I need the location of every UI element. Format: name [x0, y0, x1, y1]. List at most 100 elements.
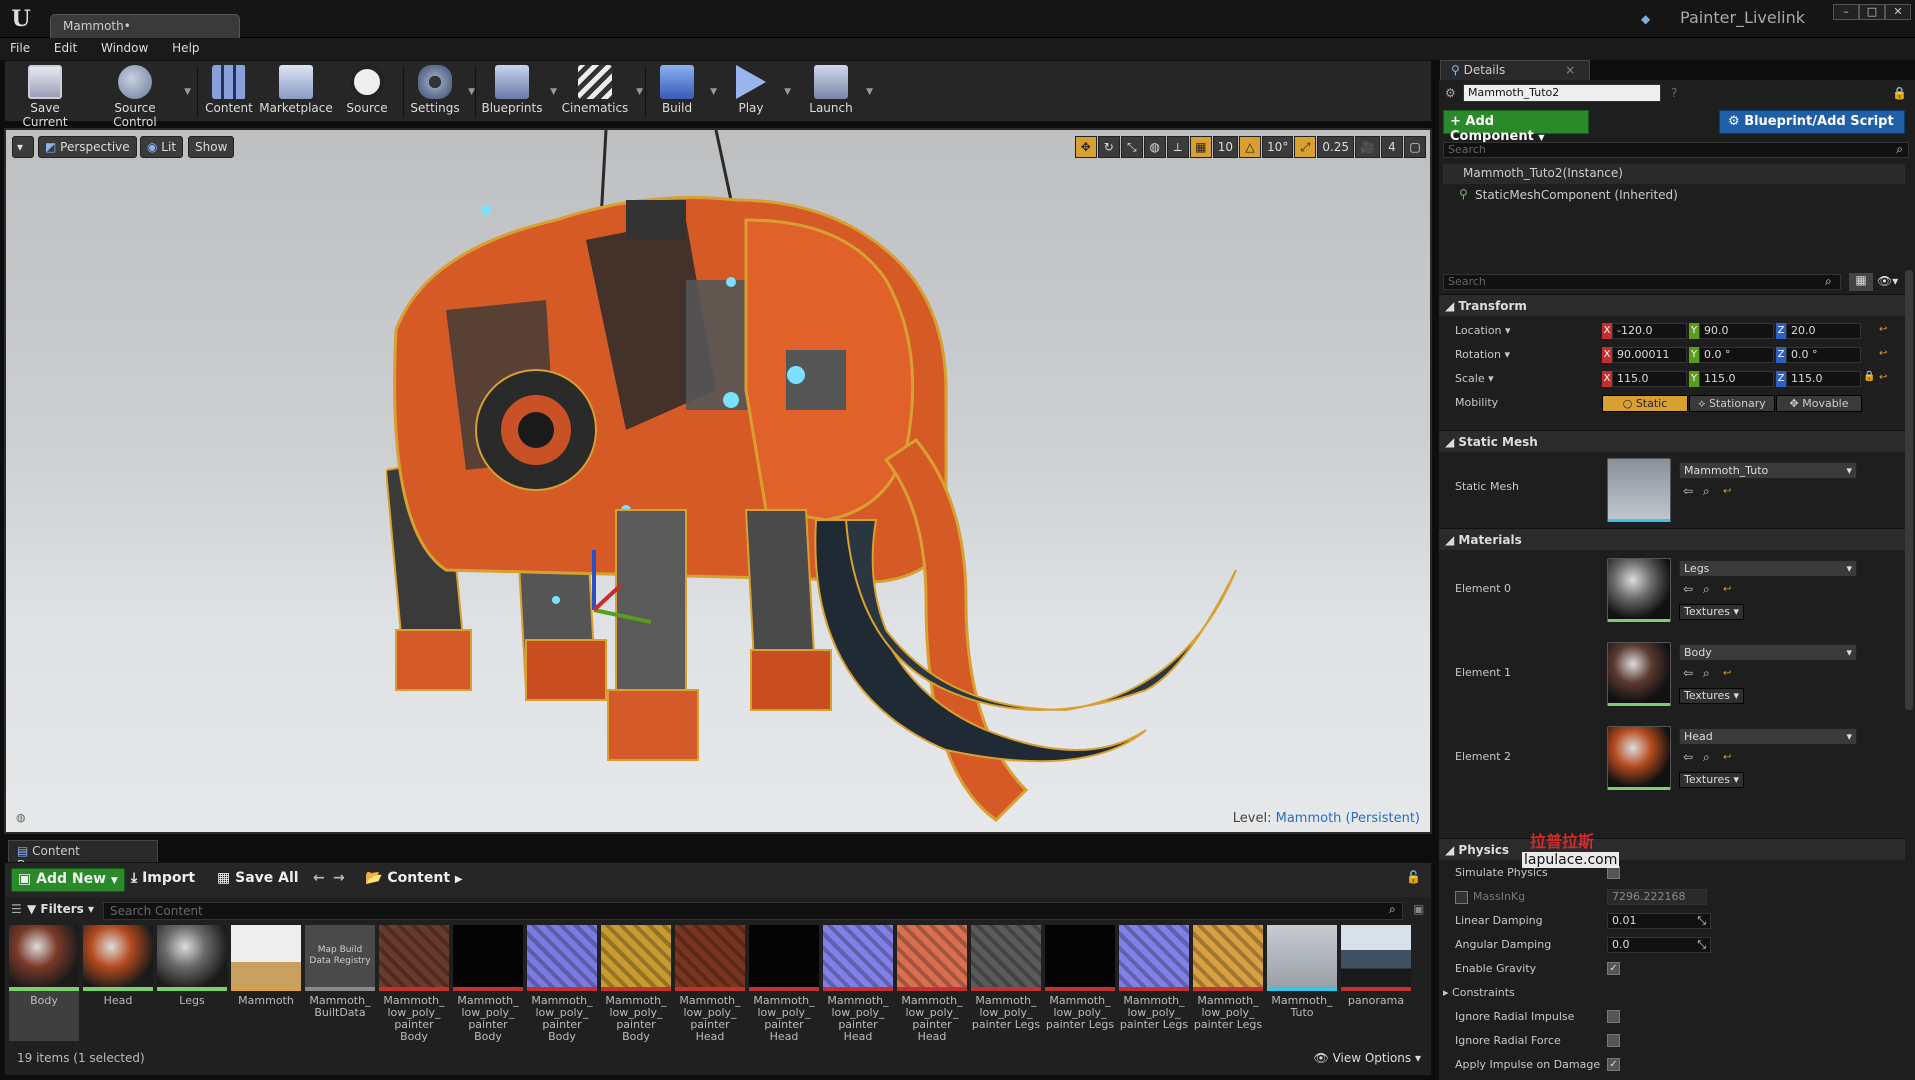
- asset-tile[interactable]: Mammoth_ low_poly_ painter Body: [379, 925, 449, 1043]
- constraints-row[interactable]: ▸ Constraints: [1439, 982, 1909, 1006]
- menu-help[interactable]: Help: [162, 38, 209, 58]
- asset-tile[interactable]: Mammoth_ low_poly_ painter Head: [897, 925, 967, 1043]
- asset-tile[interactable]: Map Build Data Registry Mammoth_ BuiltDat…: [305, 925, 375, 1041]
- material-thumbnail[interactable]: [1607, 726, 1671, 790]
- use-selected-icon[interactable]: ⇦: [1683, 750, 1693, 764]
- reset-icon[interactable]: ↩: [1879, 348, 1887, 359]
- close-tab-icon[interactable]: ×: [1565, 63, 1575, 77]
- chevron-down-icon[interactable]: ▼: [468, 87, 475, 97]
- save-search-icon[interactable]: ▣: [1413, 902, 1424, 916]
- static-mesh-thumbnail[interactable]: [1607, 458, 1671, 522]
- maximize-button[interactable]: □: [1859, 4, 1885, 20]
- textures-dropdown[interactable]: Textures ▾: [1679, 604, 1745, 620]
- menu-file[interactable]: File: [0, 38, 40, 58]
- rotation-label[interactable]: Rotation ▾: [1455, 348, 1510, 361]
- asset-tile[interactable]: Mammoth_ low_poly_ painter Head: [675, 925, 745, 1043]
- materials-section-header[interactable]: ◢ Materials: [1439, 528, 1905, 550]
- asset-tile[interactable]: Body: [9, 925, 79, 1041]
- menu-window[interactable]: Window: [91, 38, 158, 58]
- perspective-button[interactable]: ◩ Perspective: [38, 136, 137, 158]
- cinematics-button[interactable]: Cinematics ▼: [559, 63, 643, 121]
- add-component-button[interactable]: + Add Component ▼: [1443, 110, 1589, 144]
- camera-speed-icon[interactable]: 🎥: [1355, 136, 1380, 158]
- asset-tile[interactable]: Legs: [157, 925, 227, 1041]
- blueprint-add-script-button[interactable]: ⚙ Blueprint/Add Script: [1719, 110, 1905, 134]
- reset-icon[interactable]: ↩: [1723, 752, 1731, 763]
- blueprints-button[interactable]: Blueprints ▼: [479, 63, 557, 121]
- scale-snap-icon[interactable]: ⤢: [1294, 136, 1317, 158]
- browse-icon[interactable]: ⌕: [1703, 666, 1710, 681]
- enable-gravity-checkbox[interactable]: ✓: [1607, 962, 1620, 975]
- maximize-viewport-icon[interactable]: ▢: [1404, 136, 1426, 158]
- textures-dropdown[interactable]: Textures ▾: [1679, 688, 1745, 704]
- rotation-z-input[interactable]: 0.0 °: [1786, 347, 1861, 363]
- lit-button[interactable]: ◉ Lit: [140, 136, 184, 158]
- path-content[interactable]: 📂 Content ▶: [359, 868, 469, 892]
- use-selected-icon[interactable]: ⇦: [1683, 666, 1693, 680]
- chevron-down-icon[interactable]: ▼: [550, 87, 557, 97]
- asset-tile[interactable]: Mammoth_ Tuto: [1267, 925, 1337, 1041]
- document-tab[interactable]: Mammoth•: [50, 14, 240, 38]
- mobility-static-button[interactable]: ○ Static: [1602, 395, 1688, 412]
- filters-button[interactable]: ▼ Filters ▾: [27, 902, 94, 916]
- save-current-button[interactable]: Save Current: [9, 63, 81, 129]
- location-z-input[interactable]: 20.0: [1786, 323, 1861, 339]
- material-combo[interactable]: Body ▾: [1679, 644, 1857, 661]
- chevron-down-icon[interactable]: ▼: [866, 87, 873, 97]
- location-x-input[interactable]: -120.0: [1612, 323, 1687, 339]
- linear-damping-input[interactable]: 0.01 ⤡: [1607, 913, 1711, 929]
- minimize-button[interactable]: –: [1833, 4, 1859, 20]
- browse-icon[interactable]: ⌕: [1703, 484, 1710, 499]
- location-y-input[interactable]: 90.0: [1699, 323, 1774, 339]
- physics-section-header[interactable]: ◢ Physics: [1439, 838, 1905, 860]
- asset-tile[interactable]: Mammoth_ low_poly_ painter Legs: [1119, 925, 1189, 1041]
- asset-tile[interactable]: panorama: [1341, 925, 1411, 1041]
- ignore-radial-impulse-checkbox[interactable]: [1607, 1010, 1620, 1023]
- help-icon[interactable]: ?: [1671, 86, 1677, 100]
- scale-snap-value[interactable]: 0.25: [1317, 136, 1355, 158]
- reset-icon[interactable]: ↩: [1723, 668, 1731, 679]
- import-button[interactable]: ⤓ Import: [125, 868, 201, 892]
- asset-tile[interactable]: Head: [83, 925, 153, 1041]
- reset-icon[interactable]: ↩: [1723, 486, 1731, 497]
- asset-tile[interactable]: Mammoth_ low_poly_ painter Body: [601, 925, 671, 1043]
- scale-y-input[interactable]: 115.0: [1699, 371, 1774, 387]
- mass-override-checkbox[interactable]: [1455, 891, 1468, 904]
- chevron-down-icon[interactable]: ▼: [784, 87, 791, 97]
- angular-damping-input[interactable]: 0.0 ⤡: [1607, 937, 1711, 953]
- material-thumbnail[interactable]: [1607, 642, 1671, 706]
- close-button[interactable]: ✕: [1885, 4, 1911, 20]
- view-options-button[interactable]: 👁 View Options ▾: [1314, 1051, 1422, 1065]
- asset-tile[interactable]: Mammoth: [231, 925, 301, 1041]
- menu-edit[interactable]: Edit: [44, 38, 87, 58]
- material-thumbnail[interactable]: [1607, 558, 1671, 622]
- details-tab[interactable]: ⚲ Details ×: [1440, 60, 1590, 80]
- component-row[interactable]: StaticMeshComponent (Inherited): [1475, 188, 1678, 202]
- asset-tile[interactable]: Mammoth_ low_poly_ painter Head: [749, 925, 819, 1043]
- static-mesh-section-header[interactable]: ◢ Static Mesh: [1439, 430, 1905, 452]
- lock-icon[interactable]: 🔓: [1400, 868, 1427, 892]
- viewport-options-button[interactable]: ▾: [12, 136, 34, 158]
- asset-tile[interactable]: Mammoth_ low_poly_ painter Legs: [1193, 925, 1263, 1041]
- reset-icon[interactable]: ↩: [1879, 324, 1887, 335]
- lock-scale-icon[interactable]: 🔒: [1863, 371, 1875, 382]
- use-selected-icon[interactable]: ⇦: [1683, 582, 1693, 596]
- content-browser-tab[interactable]: ▤ Content Browser×: [8, 840, 158, 872]
- asset-tile[interactable]: Mammoth_ low_poly_ painter Legs: [971, 925, 1041, 1041]
- actor-name-input[interactable]: Mammoth_Tuto2: [1463, 84, 1661, 102]
- property-search-input[interactable]: Search: [1443, 274, 1841, 290]
- textures-dropdown[interactable]: Textures ▾: [1679, 772, 1745, 788]
- apply-impulse-checkbox[interactable]: ✓: [1607, 1058, 1620, 1071]
- asset-tile[interactable]: Mammoth_ low_poly_ painter Body: [453, 925, 523, 1043]
- mobility-movable-button[interactable]: ✥ Movable: [1776, 395, 1862, 412]
- rotation-y-input[interactable]: 0.0 °: [1699, 347, 1774, 363]
- browse-icon[interactable]: ⌕: [1703, 582, 1710, 597]
- camera-speed-value[interactable]: 4: [1381, 136, 1403, 158]
- settings-button[interactable]: Settings ▼: [407, 63, 475, 121]
- reset-icon[interactable]: ↩: [1723, 584, 1731, 595]
- asset-tile[interactable]: Mammoth_ low_poly_ painter Legs: [1045, 925, 1115, 1041]
- reset-icon[interactable]: ↩: [1879, 372, 1887, 383]
- search-content-input[interactable]: Search Content: [103, 902, 1403, 920]
- asset-tile[interactable]: Mammoth_ low_poly_ painter Body: [527, 925, 597, 1043]
- transform-section-header[interactable]: ◢ Transform: [1439, 294, 1905, 316]
